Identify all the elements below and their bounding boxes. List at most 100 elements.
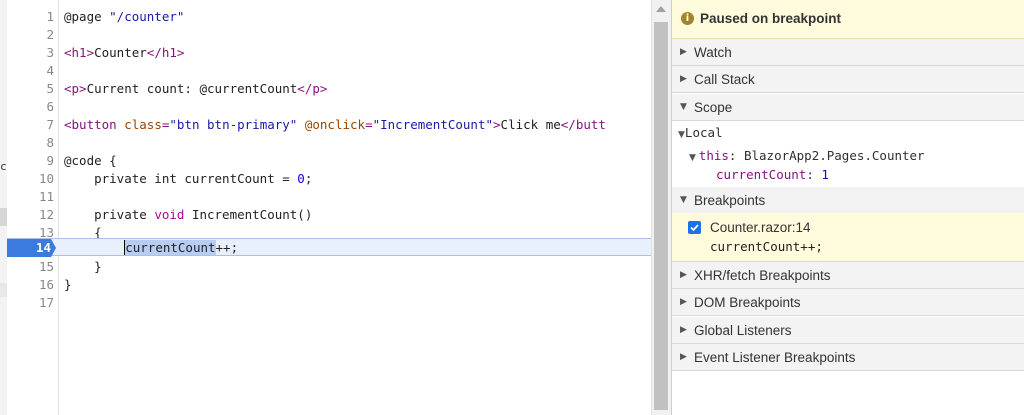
expand-arrow-icon: ▶	[680, 270, 687, 280]
token: Click me	[500, 117, 561, 132]
token: private int currentCount =	[64, 171, 298, 186]
info-icon: i	[681, 12, 694, 25]
breakpoint-code: currentCount++;	[710, 239, 823, 254]
left-edge-highlight	[0, 208, 7, 226]
code-line[interactable]: 9 @code {	[7, 152, 651, 170]
section-label: Call Stack	[694, 72, 755, 87]
code-text: @code {	[64, 153, 117, 168]
section-dom-breakpoints[interactable]: ▶ DOM Breakpoints	[672, 289, 1024, 316]
code-line[interactable]: 16 }	[7, 276, 651, 294]
expand-arrow-icon: ▶	[680, 297, 687, 307]
code-line[interactable]: 11	[7, 188, 651, 206]
line-number[interactable]: 3	[7, 44, 54, 62]
token: @page	[64, 9, 110, 24]
code-line[interactable]: 10 private int currentCount = 0;	[7, 170, 651, 188]
section-breakpoints[interactable]: ▼ Breakpoints	[672, 187, 1024, 214]
line-number[interactable]: 11	[7, 188, 54, 206]
line-number[interactable]: 6	[7, 98, 54, 116]
code-line[interactable]: 3 <h1>Counter</h1>	[7, 44, 651, 62]
scope-this[interactable]: ▼ this: BlazorApp2.Pages.Counter	[689, 148, 925, 163]
breakpoint-checkbox[interactable]	[688, 221, 701, 234]
line-number[interactable]: 8	[7, 134, 54, 152]
line-number[interactable]: 14	[7, 239, 51, 257]
line-number[interactable]: 9	[7, 152, 54, 170]
code-line[interactable]: 7 <button class = "btn btn-primary" @oncli…	[7, 116, 651, 134]
local-label: Local	[684, 125, 723, 140]
section-scope[interactable]: ▼ Scope	[672, 94, 1024, 121]
line-number[interactable]: 2	[7, 26, 54, 44]
collapse-arrow-icon: ▼	[678, 130, 685, 140]
line-number[interactable]: 4	[7, 62, 54, 80]
line-number[interactable]: 16	[7, 276, 54, 294]
code-line[interactable]: 1 @page "/counter"	[7, 8, 651, 26]
selected-token: currentCount	[124, 240, 216, 255]
this-name: this	[698, 148, 729, 163]
code-line[interactable]: 2	[7, 26, 651, 44]
token: <button	[64, 117, 125, 132]
line-number[interactable]: 12	[7, 206, 54, 224]
code-text: <button class = "btn btn-primary" @onclick…	[64, 116, 606, 134]
section-watch[interactable]: ▶ Watch	[672, 39, 1024, 66]
token: IncrementCount()	[184, 207, 313, 222]
breakpoint-item[interactable]: Counter.razor:14 currentCount++;	[672, 213, 1024, 262]
token: Current count: @currentCount	[86, 81, 298, 96]
token: class	[124, 117, 162, 132]
section-label: DOM Breakpoints	[694, 295, 801, 310]
expand-arrow-icon: ▶	[680, 47, 687, 57]
collapse-arrow-icon: ▼	[689, 153, 699, 163]
section-call-stack[interactable]: ▶ Call Stack	[672, 66, 1024, 93]
expand-arrow-icon: ▶	[680, 74, 687, 84]
section-label: Watch	[694, 45, 732, 60]
code-line[interactable]: 5 <p>Current count: @currentCount</p>	[7, 80, 651, 98]
editor-scrollbar[interactable]	[651, 0, 671, 415]
section-label: Event Listener Breakpoints	[694, 350, 856, 365]
token: 0	[297, 171, 305, 186]
token: "/counter"	[109, 9, 185, 24]
code-text: }	[64, 259, 102, 274]
line-number[interactable]: 17	[7, 294, 54, 312]
variable-value: 1	[821, 167, 829, 182]
paused-status: Paused on breakpoint	[700, 11, 842, 26]
variable-name: currentCount	[716, 167, 807, 182]
current-execution-line[interactable]: 14 currentCount++;	[7, 238, 651, 257]
code-text: currentCount++;	[64, 239, 238, 257]
token: >	[493, 117, 501, 132]
section-event-listener-breakpoints[interactable]: ▶ Event Listener Breakpoints	[672, 344, 1024, 371]
breakpoint-location[interactable]: Counter.razor:14	[710, 220, 811, 235]
code-text: @page "/counter"	[64, 8, 184, 26]
checkmark-icon	[690, 224, 699, 232]
code-line[interactable]: 4	[7, 62, 651, 80]
code-line[interactable]: 15 }	[7, 258, 651, 276]
code-line[interactable]: 8	[7, 134, 651, 152]
token: <h1>	[64, 45, 95, 60]
token: ++;	[215, 240, 239, 255]
token: @onclick	[297, 117, 366, 132]
line-number[interactable]: 5	[7, 80, 54, 98]
code-editor[interactable]: 1 @page "/counter" 2 3 <h1>Counter</h1> …	[7, 0, 651, 415]
token: private	[64, 207, 155, 222]
scope-content: ▼Local ▼ this: BlazorApp2.Pages.Counter …	[672, 121, 1024, 187]
code-text: <p>Current count: @currentCount</p>	[64, 80, 327, 98]
expand-arrow-icon: ▶	[680, 325, 687, 335]
scrollbar-thumb[interactable]	[654, 22, 668, 410]
section-xhr-breakpoints[interactable]: ▶ XHR/fetch Breakpoints	[672, 262, 1024, 289]
scope-local[interactable]: ▼Local	[678, 125, 723, 140]
token: =	[365, 117, 373, 132]
this-value: BlazorApp2.Pages.Counter	[743, 148, 925, 163]
line-number[interactable]: 7	[7, 116, 54, 134]
code-line[interactable]: 17	[7, 294, 651, 312]
this-sep: :	[728, 148, 744, 163]
breakpoint-marker[interactable]: 14	[7, 239, 58, 257]
section-label: Global Listeners	[694, 323, 792, 338]
section-global-listeners[interactable]: ▶ Global Listeners	[672, 317, 1024, 344]
token: "IncrementCount"	[372, 117, 494, 132]
code-line[interactable]: 12 private void IncrementCount()	[7, 206, 651, 224]
line-number[interactable]: 10	[7, 170, 54, 188]
token: </h1>	[146, 45, 185, 60]
line-number[interactable]: 15	[7, 258, 54, 276]
scope-variable[interactable]: currentCount: 1	[716, 167, 829, 182]
code-line[interactable]: 6	[7, 98, 651, 116]
token: Counter	[94, 45, 147, 60]
line-number[interactable]: 1	[7, 8, 54, 26]
scroll-up-icon[interactable]	[656, 6, 666, 12]
